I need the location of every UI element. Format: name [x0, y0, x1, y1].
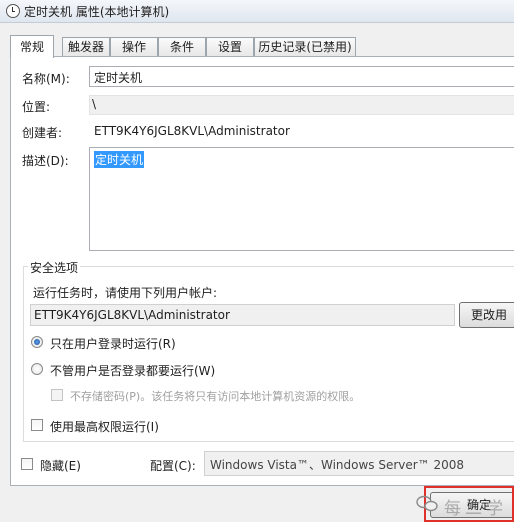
description-label: 描述(D): — [22, 154, 69, 168]
highest-privileges-checkbox[interactable] — [31, 419, 43, 431]
configure-value: Windows Vista™、Windows Server™ 2008 — [210, 458, 465, 472]
tab-triggers[interactable]: 触发器 — [62, 37, 110, 57]
no-store-password-label: 不存储密码(P)。该任务将只有访问本地计算机资源的权限。 — [70, 390, 361, 403]
wechat-icon — [416, 495, 438, 512]
title-bar: 定时关机 属性(本地计算机) — [0, 0, 514, 23]
tab-conditions[interactable]: 条件 — [158, 37, 206, 57]
location-label: 位置: — [22, 100, 51, 114]
hidden-checkbox[interactable] — [21, 458, 33, 470]
change-user-button[interactable]: 更改用 — [459, 302, 514, 328]
radio-run-whether-logged-on[interactable] — [31, 363, 43, 375]
window-title: 定时关机 属性(本地计算机) — [24, 5, 170, 19]
configure-select[interactable]: Windows Vista™、Windows Server™ 2008 — [204, 451, 514, 476]
description-textarea[interactable]: 定时关机 — [89, 147, 514, 251]
security-options-title: 安全选项 — [28, 259, 81, 276]
name-value: 定时关机 — [94, 71, 143, 85]
author-label: 创建者: — [22, 126, 63, 140]
location-field: \ — [89, 95, 514, 115]
tab-history[interactable]: 历史记录(已禁用) — [254, 37, 356, 57]
radio-run-logged-on[interactable] — [31, 336, 43, 348]
name-field[interactable]: 定时关机 — [89, 66, 514, 87]
radio-run-whether-logged-on-label: 不管用户是否登录都要运行(W) — [50, 364, 216, 378]
watermark-text: 每二学 — [444, 499, 507, 519]
tab-general[interactable]: 常规 — [10, 35, 54, 58]
user-account-field: ETT9K4Y6JGL8KVL\Administrator — [30, 304, 455, 326]
tab-settings[interactable]: 设置 — [206, 37, 254, 57]
highest-privileges-label: 使用最高权限运行(I) — [50, 420, 159, 434]
hidden-label: 隐藏(E) — [40, 459, 81, 473]
watermark: 每二学 — [416, 492, 514, 520]
no-store-password-checkbox — [51, 389, 63, 401]
author-value: ETT9K4Y6JGL8KVL\Administrator — [94, 124, 290, 138]
location-value: \ — [92, 97, 97, 111]
description-value: 定时关机 — [94, 151, 145, 168]
clock-icon — [6, 4, 20, 18]
configure-label: 配置(C): — [150, 459, 196, 473]
tab-actions[interactable]: 操作 — [110, 37, 158, 57]
run-as-label: 运行任务时，请使用下列用户帐户: — [33, 286, 218, 300]
radio-run-logged-on-label: 只在用户登录时运行(R) — [50, 337, 176, 351]
user-account-value: ETT9K4Y6JGL8KVL\Administrator — [34, 308, 230, 322]
name-label: 名称(M): — [22, 72, 70, 86]
